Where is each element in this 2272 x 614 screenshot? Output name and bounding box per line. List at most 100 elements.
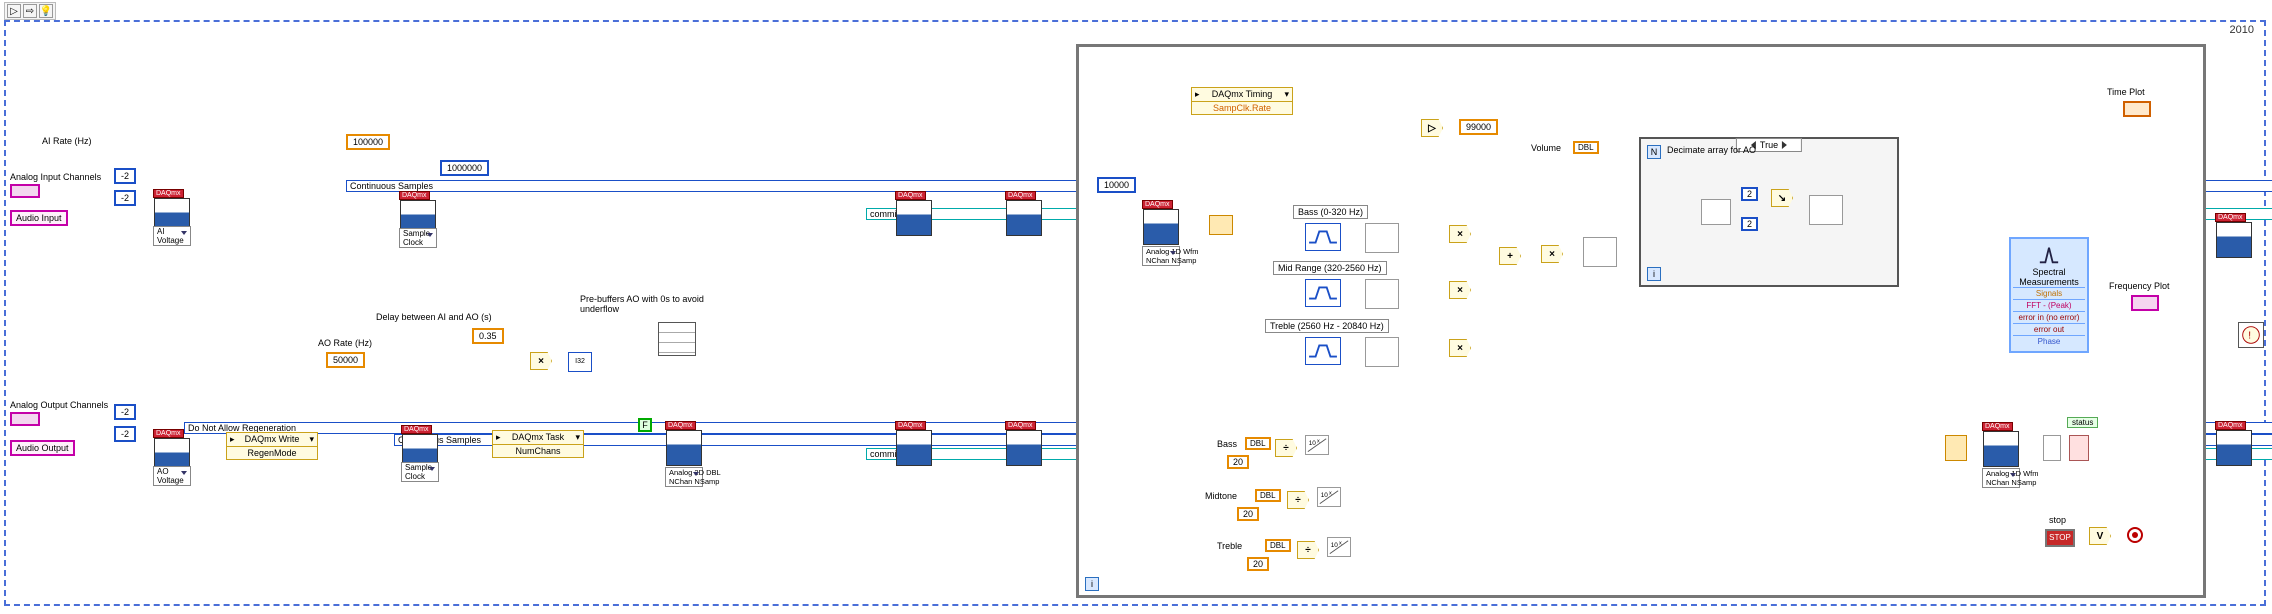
daqmx-control-ao[interactable] (896, 430, 932, 466)
merge-errors (2043, 435, 2061, 461)
daqmx-write-loop[interactable]: Analog 1D Wfm NChan NSamp (1983, 431, 2019, 467)
mid-div: ÷ (1287, 491, 1309, 509)
treble-div: ÷ (1297, 541, 1319, 559)
daqmx-start-ao[interactable] (1006, 430, 1042, 466)
volume-terminal[interactable]: DBL (1573, 141, 1599, 154)
bass-ctrl-label: Bass (1217, 439, 1237, 449)
const-100000: 100000 (346, 134, 390, 150)
const-neg2-d: -2 (114, 426, 136, 442)
prebuffer-comment: Pre-buffers AO with 0s to avoid underflo… (580, 294, 710, 314)
audio-output-terminal[interactable]: Audio Output (10, 440, 75, 456)
ao-channels-label: Analog Output Channels (10, 400, 108, 410)
build-wfm-2 (1809, 195, 1843, 225)
time-plot-label: Time Plot (2107, 87, 2145, 97)
false-const: F (638, 418, 652, 432)
treble-10x: 10x (1327, 537, 1351, 557)
daqmx-clear-ai[interactable] (2216, 222, 2252, 258)
spectral-measurements[interactable]: Spectral Measurements Signals FFT - (Pea… (2009, 237, 2089, 353)
analog-1d-wfm-in[interactable]: Analog 1D Wfm NChan NSamp (1142, 246, 1180, 266)
ai-rate-label: AI Rate (Hz) (42, 136, 92, 146)
for-n: N (1647, 145, 1661, 159)
mid-band-label: Mid Range (320-2560 Hz) (1273, 261, 1387, 275)
const-50000: 50000 (326, 352, 365, 368)
stop-button[interactable]: STOP (2045, 529, 2075, 547)
compare-gt: ▷ (1421, 119, 1443, 137)
analog-2d-dbl[interactable]: Analog 2D DBL NChan NSamp (665, 467, 703, 487)
volume-label: Volume (1531, 143, 1561, 153)
const-neg2-a: -2 (114, 168, 136, 184)
while-loop: 10000 ▸DAQmx Timing▾ SampClk.Rate Analog… (1076, 44, 2206, 598)
decimate-label: Decimate array for AO (1667, 145, 1756, 155)
daqmx-write-prebuf[interactable]: Analog 2D DBL NChan NSamp (666, 430, 702, 466)
run-toolbar: ▷ ⇨ 💡 (4, 2, 56, 20)
mult-treble: × (1449, 339, 1471, 357)
analog-1d-wfm-out[interactable]: Analog 1D Wfm NChan NSamp (1982, 468, 2020, 488)
time-plot-terminal[interactable] (2123, 101, 2151, 117)
build-wfm (1583, 237, 1617, 267)
init-array (658, 322, 696, 356)
daqmx-task-prop[interactable]: ▸DAQmx Task▾ NumChans (492, 430, 584, 458)
peak-icon (2013, 243, 2085, 267)
get-wfm-Y (1701, 199, 1731, 225)
decimate-op: ↘ (1771, 189, 1793, 207)
ai-voltage-ring[interactable]: AI Voltage (153, 226, 191, 246)
audio-input-terminal[interactable]: Audio Input (10, 210, 68, 226)
simple-error-handler[interactable]: ! (2238, 322, 2264, 348)
unbundle-status (2069, 435, 2089, 461)
daqmx-create-ao[interactable]: AO Voltage (154, 438, 190, 474)
loop-condition (2127, 527, 2143, 543)
mid-10x: 10x (1317, 487, 1341, 507)
daqmx-clear-ao[interactable] (2216, 430, 2252, 466)
mult-volume: × (1541, 245, 1563, 263)
daqmx-control-ai[interactable] (896, 200, 932, 236)
stop-label: stop (2049, 515, 2066, 525)
bass-band-label: Bass (0-320 Hz) (1293, 205, 1368, 219)
mid-20: 20 (1237, 507, 1259, 521)
mult-mid: × (1449, 281, 1471, 299)
ao-channels-terminal[interactable] (10, 412, 40, 426)
treble-ctrl[interactable]: DBL (1265, 539, 1291, 552)
const-10000: 10000 (1097, 177, 1136, 193)
ai-channels-terminal[interactable] (10, 184, 40, 198)
daqmx-start-ai[interactable] (1006, 200, 1042, 236)
add-bands: + (1499, 247, 1521, 265)
const-delay: 0.35 (472, 328, 504, 344)
filter-mid[interactable] (1305, 279, 1341, 307)
build-array (1945, 435, 1967, 461)
sample-clock-1[interactable]: Sample Clock (399, 228, 437, 248)
delay-label: Delay between AI and AO (s) (376, 312, 492, 322)
get-wfm-comp-2 (1365, 279, 1399, 309)
block-diagram-frame: 2010 AI Rate (Hz) Analog Input Channels … (4, 20, 2266, 606)
while-i: i (1085, 577, 1099, 591)
sample-clock-2[interactable]: Sample Clock (401, 462, 439, 482)
daqmx-create-ai[interactable]: AI Voltage (154, 198, 190, 234)
daqmx-write-prop[interactable]: ▸DAQmx Write▾ RegenMode (226, 432, 318, 460)
freq-plot-terminal[interactable] (2131, 295, 2159, 311)
ao-voltage-ring[interactable]: AO Voltage (153, 466, 191, 486)
daqmx-read[interactable]: Analog 1D Wfm NChan NSamp (1143, 209, 1179, 245)
treble-20: 20 (1247, 557, 1269, 571)
daqmx-timing-prop[interactable]: ▸DAQmx Timing▾ SampClk.Rate (1191, 87, 1293, 115)
to-i32: I32 (568, 352, 592, 372)
index-array (1209, 215, 1233, 235)
ao-rate-label: AO Rate (Hz) (318, 338, 372, 348)
filter-bass[interactable] (1305, 223, 1341, 251)
daqmx-timing-ai[interactable]: Sample Clock (400, 200, 436, 236)
highlight-icon[interactable]: 💡 (39, 4, 53, 18)
const-1000000: 1000000 (440, 160, 489, 176)
case-structure: True N Decimate array for AO 2 2 ↘ i (1639, 137, 1899, 287)
year-badge: 2010 (2226, 24, 2258, 36)
daqmx-timing-ao[interactable]: Sample Clock (402, 434, 438, 470)
freq-plot-label: Frequency Plot (2109, 281, 2170, 291)
filter-treble[interactable] (1305, 337, 1341, 365)
const-2b: 2 (1741, 217, 1758, 231)
get-wfm-comp-3 (1365, 337, 1399, 367)
run-continuous-icon[interactable]: ⇨ (23, 4, 37, 18)
bass-div: ÷ (1275, 439, 1297, 457)
mid-ctrl[interactable]: DBL (1255, 489, 1281, 502)
bass-ctrl[interactable]: DBL (1245, 437, 1271, 450)
mid-ctrl-label: Midtone (1205, 491, 1237, 501)
treble-ctrl-label: Treble (1217, 541, 1242, 551)
run-icon[interactable]: ▷ (7, 4, 21, 18)
const-99000: 99000 (1459, 119, 1498, 135)
